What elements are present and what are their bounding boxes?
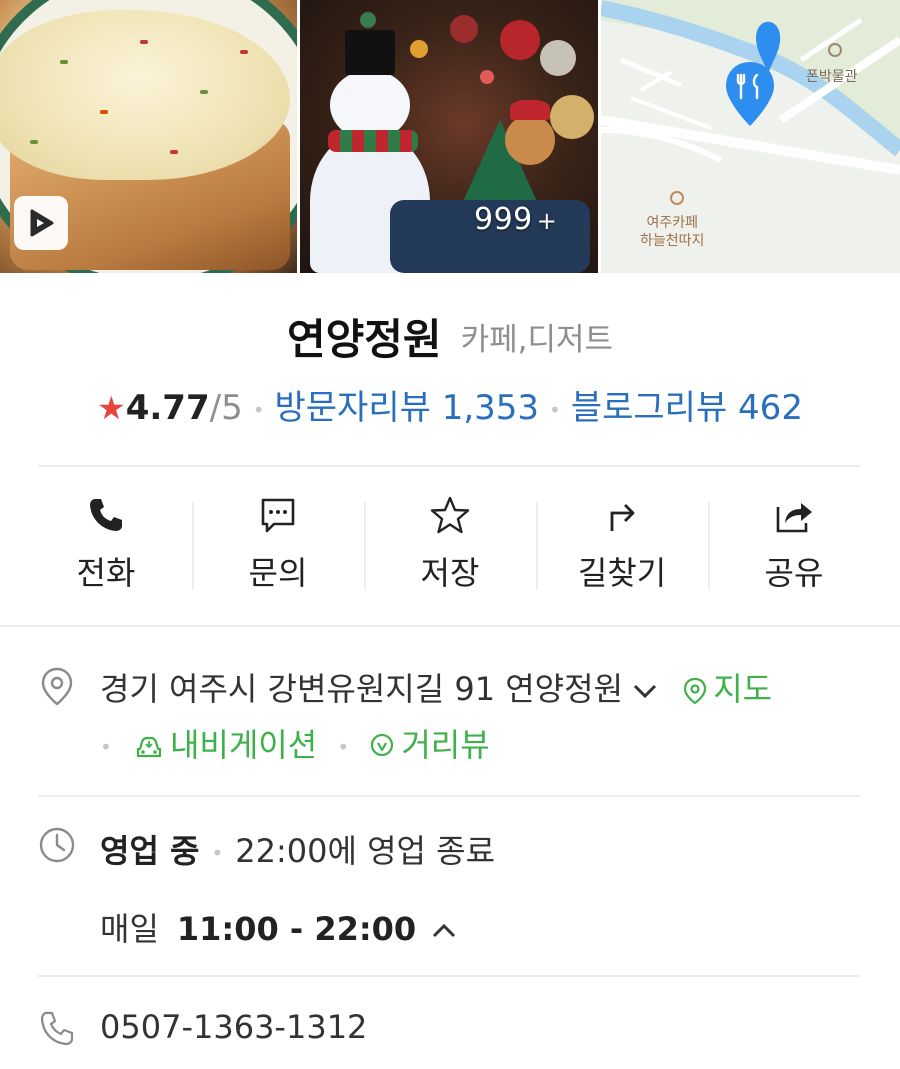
map-link[interactable]: 지도 [683,670,772,708]
phone-outline-icon [38,1008,76,1048]
play-video-button[interactable] [14,196,68,250]
action-bar: 전화 문의 저장 길찾기 공유 [20,488,880,598]
directions-icon [610,504,635,531]
hours-detail-row[interactable]: 매일 11:00 - 22:00 [100,904,458,950]
place-category: 카페,디저트 [460,322,614,358]
hours-days: 매일 [100,910,159,948]
location-pin-icon [38,666,76,706]
rating-value: 4.77 [125,388,210,428]
map-pin-icon [684,677,707,705]
address-text: 경기 여주시 강변유원지길 91 연양정원 [100,670,624,708]
place-title-row: 연양정원 카페,디저트 [0,306,900,367]
street-view-link[interactable]: 거리뷰 [369,726,490,764]
divider [38,795,860,797]
chevron-down-icon[interactable] [631,681,659,701]
rating-star-icon: ★ [97,389,126,427]
restaurant-pin-icon [726,62,774,126]
clock-icon [38,825,76,865]
map-label-museum: 폰박물관 [806,69,858,85]
visitor-reviews-link[interactable]: 방문자리뷰 1,353 [275,388,540,428]
address-links-row: • 내비게이션 • 거리뷰 [100,726,490,764]
divider [38,465,860,467]
hours-time-range: 11:00 - 22:00 [176,910,417,948]
business-status: 영업 중 [100,832,200,870]
save-button[interactable]: 저장 [364,488,536,598]
hours-status-row[interactable]: 영업 중 • 22:00에 영업 종료 [100,826,495,872]
street-view-icon [371,733,394,757]
extra-photos-count[interactable]: 999 + [474,202,557,237]
blog-reviews-link[interactable]: 블로그리뷰 462 [571,388,803,428]
play-icon [30,209,54,237]
chevron-up-icon[interactable] [430,921,458,941]
phone-number[interactable]: 0507-1363-1312 [100,1008,367,1046]
chat-icon [261,498,295,533]
rating-max: /5 [209,388,243,428]
section-divider [0,625,900,627]
navigation-link[interactable]: 내비게이션 [134,726,317,764]
closing-note: 22:00에 영업 종료 [235,832,496,870]
phone-icon [90,499,122,531]
gallery-photo-food[interactable] [0,0,297,273]
car-icon [136,736,162,758]
call-button[interactable]: 전화 [20,488,192,598]
review-stats-row: ★4.77/5 • 방문자리뷰 1,353 • 블로그리뷰 462 [97,388,803,428]
photo-gallery [0,0,900,273]
share-icon [776,503,812,533]
divider [38,975,860,977]
star-icon [430,496,470,534]
map-label-cafe: 여주카페 하늘천따지 [640,215,705,249]
place-name: 연양정원 [286,315,442,364]
address-row: 경기 여주시 강변유원지길 91 연양정원 지도 [100,664,772,710]
share-button[interactable]: 공유 [708,488,880,598]
inquiry-button[interactable]: 문의 [192,488,364,598]
directions-button[interactable]: 길찾기 [536,488,708,598]
